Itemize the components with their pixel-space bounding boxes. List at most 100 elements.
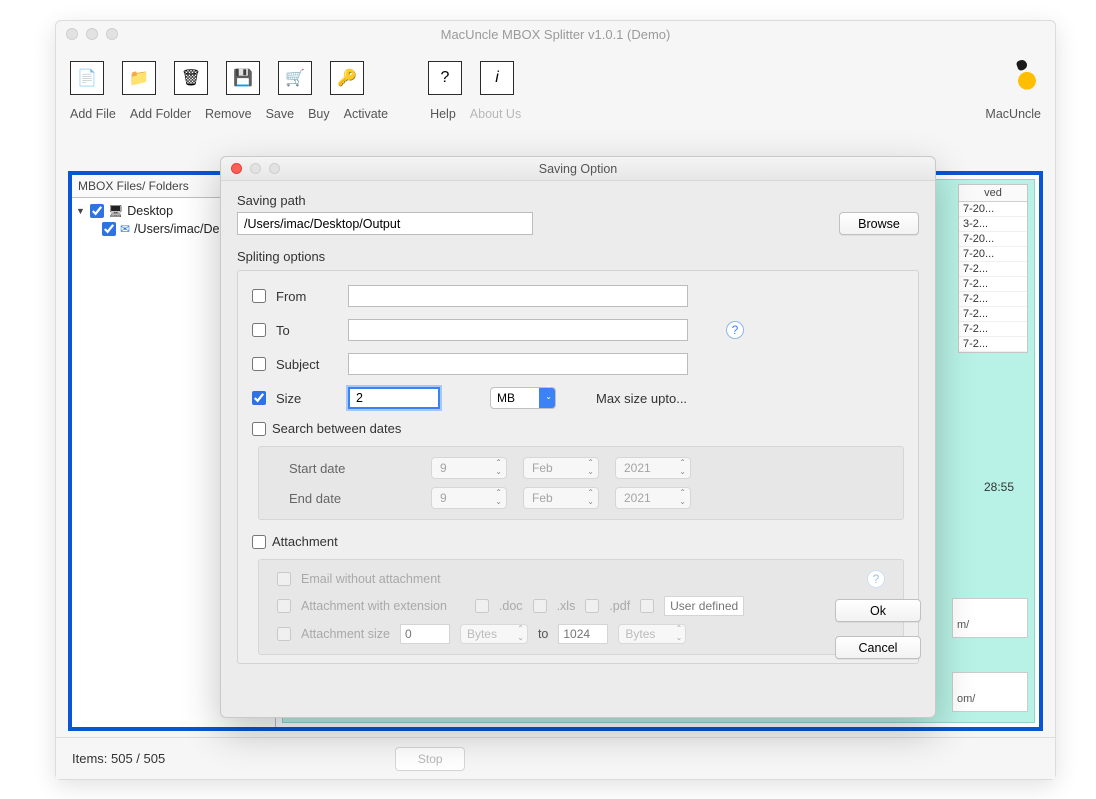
disclosure-icon[interactable]: ▼ bbox=[76, 206, 86, 216]
dates-frame: Start date 9 Feb 2021 End date 9 Feb 202… bbox=[258, 446, 904, 520]
list-item[interactable]: 7-2... bbox=[959, 307, 1027, 322]
attachment-help-icon[interactable]: ? bbox=[867, 570, 885, 588]
size-label: Size bbox=[276, 391, 338, 406]
saving-path-input[interactable] bbox=[237, 212, 533, 235]
file-plus-icon: 📄 bbox=[77, 68, 97, 88]
list-item[interactable]: 7-20... bbox=[959, 232, 1027, 247]
ok-button[interactable]: Ok bbox=[835, 599, 921, 622]
list-item[interactable]: 7-20... bbox=[959, 202, 1027, 217]
tree-child-label: /Users/imac/Des bbox=[134, 222, 226, 236]
subject-input[interactable] bbox=[348, 353, 688, 375]
dialog-minimize-icon bbox=[250, 163, 261, 174]
start-year-select: 2021 bbox=[615, 457, 691, 479]
subject-checkbox[interactable] bbox=[252, 357, 266, 371]
question-icon: ? bbox=[441, 69, 450, 87]
trash-icon: 🗑 bbox=[181, 68, 201, 88]
search-dates-checkbox[interactable] bbox=[252, 422, 266, 436]
att-to-label: to bbox=[538, 627, 548, 641]
list-header: ved bbox=[959, 185, 1027, 202]
list-item[interactable]: 7-2... bbox=[959, 322, 1027, 337]
about-button[interactable]: i bbox=[480, 61, 514, 95]
to-checkbox[interactable] bbox=[252, 323, 266, 337]
subject-label: Subject bbox=[276, 357, 338, 372]
menu-buy[interactable]: Buy bbox=[308, 107, 330, 121]
ext-user-checkbox bbox=[640, 599, 654, 613]
items-count: Items: 505 / 505 bbox=[72, 751, 165, 766]
add-file-button[interactable]: 📄 bbox=[70, 61, 104, 95]
list-item[interactable]: 7-2... bbox=[959, 262, 1027, 277]
email-without-checkbox bbox=[277, 572, 291, 586]
close-icon[interactable] bbox=[66, 28, 78, 40]
att-size-checkbox bbox=[277, 627, 291, 641]
list-item[interactable]: 7-2... bbox=[959, 292, 1027, 307]
size-input[interactable] bbox=[348, 387, 440, 409]
ext-doc-checkbox bbox=[475, 599, 489, 613]
size-checkbox[interactable] bbox=[252, 391, 266, 405]
menu-remove[interactable]: Remove bbox=[205, 107, 252, 121]
output-box-2: om/ bbox=[952, 672, 1028, 712]
root-checkbox[interactable] bbox=[90, 204, 104, 218]
attachment-frame: Email without attachment ? Attachment wi… bbox=[258, 559, 904, 655]
start-date-label: Start date bbox=[289, 461, 369, 476]
add-folder-button[interactable]: 📁 bbox=[122, 61, 156, 95]
from-input[interactable] bbox=[348, 285, 688, 307]
size-unit-select-wrap: MB bbox=[490, 387, 556, 409]
ext-doc-label: .doc bbox=[499, 599, 523, 613]
end-date-label: End date bbox=[289, 491, 369, 506]
max-size-label: Max size upto... bbox=[596, 391, 687, 406]
window-title: MacUncle MBOX Splitter v1.0.1 (Demo) bbox=[56, 27, 1055, 42]
splitting-options-label: Spliting options bbox=[237, 249, 919, 264]
to-input[interactable] bbox=[348, 319, 688, 341]
menu-activate[interactable]: Activate bbox=[344, 107, 388, 121]
buy-button[interactable]: 🛒 bbox=[278, 61, 312, 95]
end-year-select: 2021 bbox=[615, 487, 691, 509]
from-label: From bbox=[276, 289, 338, 304]
splitting-frame: From To ? Subject Size bbox=[237, 270, 919, 664]
start-day-select: 9 bbox=[431, 457, 507, 479]
toolbar-labels: Add File Add Folder Remove Save Buy Acti… bbox=[56, 101, 1055, 131]
info-icon: i bbox=[495, 69, 499, 87]
from-checkbox[interactable] bbox=[252, 289, 266, 303]
attachment-checkbox[interactable] bbox=[252, 535, 266, 549]
dialog-zoom-icon bbox=[269, 163, 280, 174]
help-button[interactable]: ? bbox=[428, 61, 462, 95]
start-month-select: Feb bbox=[523, 457, 599, 479]
folder-plus-icon: 📁 bbox=[129, 68, 149, 88]
cancel-button[interactable]: Cancel bbox=[835, 636, 921, 659]
menu-help[interactable]: Help bbox=[430, 107, 456, 121]
saving-path-label: Saving path bbox=[237, 193, 919, 208]
menu-save[interactable]: Save bbox=[266, 107, 295, 121]
dialog-close-icon[interactable] bbox=[231, 163, 242, 174]
attachment-label: Attachment bbox=[272, 534, 338, 549]
menu-add-folder[interactable]: Add Folder bbox=[130, 107, 191, 121]
att-max-unit: Bytes bbox=[618, 624, 686, 644]
att-min-unit: Bytes bbox=[460, 624, 528, 644]
save-button-tb[interactable]: 💾 bbox=[226, 61, 260, 95]
results-list: ved 7-20... 3-2... 7-20... 7-20... 7-2..… bbox=[958, 184, 1028, 353]
activate-button[interactable]: 🔑 bbox=[330, 61, 364, 95]
att-min-input bbox=[400, 624, 450, 644]
child-checkbox[interactable] bbox=[102, 222, 116, 236]
browse-button[interactable]: Browse bbox=[839, 212, 919, 235]
att-max-input bbox=[558, 624, 608, 644]
size-unit-select[interactable]: MB bbox=[490, 387, 556, 409]
help-icon[interactable]: ? bbox=[726, 321, 744, 339]
list-item[interactable]: 7-2... bbox=[959, 277, 1027, 292]
end-month-select: Feb bbox=[523, 487, 599, 509]
list-item[interactable]: 7-20... bbox=[959, 247, 1027, 262]
toolbar: 📄 📁 🗑 💾 🛒 🔑 ? i bbox=[56, 47, 1055, 101]
remove-button[interactable]: 🗑 bbox=[174, 61, 208, 95]
to-label: To bbox=[276, 323, 338, 338]
save-icon: 💾 bbox=[233, 68, 253, 88]
ext-xls-label: .xls bbox=[557, 599, 576, 613]
app-logo-icon bbox=[1013, 64, 1041, 92]
list-item[interactable]: 3-2... bbox=[959, 217, 1027, 232]
zoom-icon[interactable] bbox=[106, 28, 118, 40]
traffic-lights bbox=[56, 28, 118, 40]
dialog-titlebar: Saving Option bbox=[221, 157, 935, 181]
with-ext-checkbox bbox=[277, 599, 291, 613]
elapsed-time: 28:55 bbox=[984, 480, 1014, 494]
minimize-icon[interactable] bbox=[86, 28, 98, 40]
menu-add-file[interactable]: Add File bbox=[70, 107, 116, 121]
list-item[interactable]: 7-2... bbox=[959, 337, 1027, 352]
